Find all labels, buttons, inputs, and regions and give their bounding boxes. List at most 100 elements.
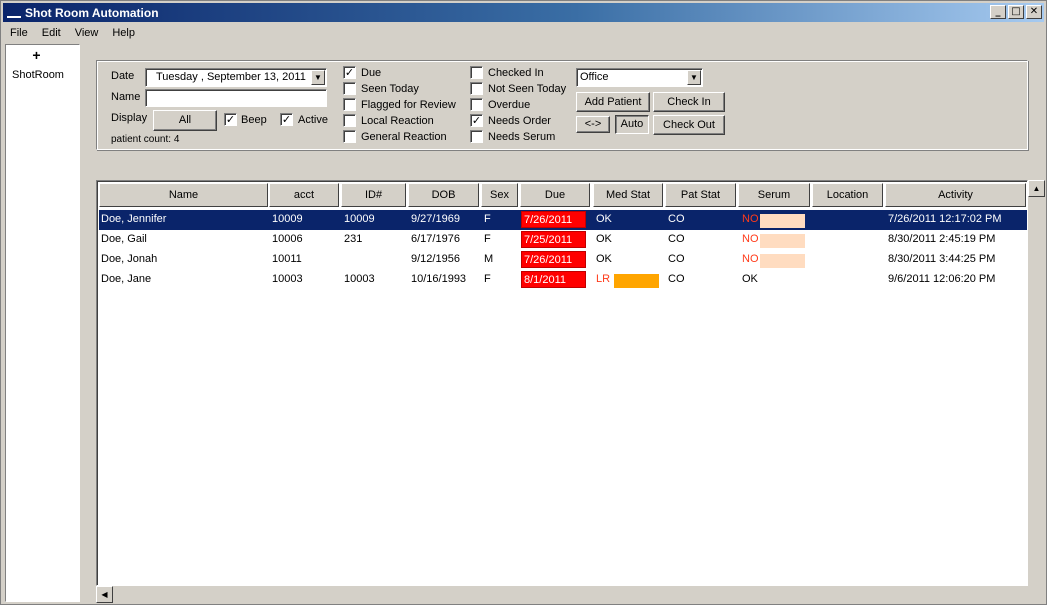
display-all-button[interactable]: All (153, 110, 217, 131)
local-reaction-checkbox[interactable] (343, 114, 356, 127)
col-header-med-stat[interactable]: Med Stat (593, 183, 663, 207)
cell-acct: 10003 (272, 273, 303, 285)
active-checkbox[interactable]: ✓ (280, 113, 293, 126)
cell-due: 7/26/2011 (521, 211, 586, 228)
cell-acct: 10006 (272, 233, 303, 245)
check-in-button[interactable]: Check In (653, 92, 725, 112)
cell-med-stat: LR (596, 273, 611, 285)
col-header-due[interactable]: Due (520, 183, 590, 207)
cell-sex: M (484, 253, 494, 265)
due-checkbox[interactable]: ✓ (343, 66, 356, 79)
name-label: Name (111, 91, 141, 103)
display-label: Display (111, 112, 148, 124)
maximize-button[interactable]: □ (1008, 5, 1024, 19)
col-header-location[interactable]: Location (812, 183, 883, 207)
overdue-label: Overdue (488, 99, 531, 111)
cell-sex: F (484, 233, 491, 245)
col-header-activity[interactable]: Activity (885, 183, 1026, 207)
window-controls: _ □ ✕ (990, 5, 1042, 19)
general-reaction-label: General Reaction (361, 131, 447, 143)
chevron-down-icon[interactable]: ▼ (311, 70, 325, 85)
col-header-pat-stat[interactable]: Pat Stat (665, 183, 736, 207)
date-picker[interactable]: Tuesday , September 13, 2011 ▼ (145, 68, 327, 87)
overdue-checkbox[interactable] (470, 98, 483, 111)
location-select[interactable]: Office ▼ (576, 68, 703, 87)
col-header-serum[interactable]: Serum (738, 183, 810, 207)
not-seen-today-checkbox[interactable] (470, 82, 483, 95)
cell-serum: NO (742, 253, 759, 265)
flagged-checkbox[interactable] (343, 98, 356, 111)
col-header-id[interactable]: ID# (341, 183, 406, 207)
app-icon (7, 15, 21, 18)
cell-name: Doe, Jonah (101, 253, 158, 265)
local-reaction-label: Local Reaction (361, 115, 434, 127)
cell-activity: 7/26/2011 12:17:02 PM (888, 213, 1002, 225)
cell-pat-stat: CO (668, 213, 685, 225)
cell-med-stat: OK (596, 253, 612, 265)
table-row[interactable]: Doe, Jennifer 10009 10009 9/27/1969 F 7/… (99, 210, 1027, 230)
general-reaction-checkbox[interactable] (343, 130, 356, 143)
col-header-dob[interactable]: DOB (408, 183, 479, 207)
cell-id: 10009 (344, 213, 375, 225)
seen-today-checkbox[interactable] (343, 82, 356, 95)
cell-name: Doe, Jennifer (101, 213, 167, 225)
cell-activity: 8/30/2011 2:45:19 PM (888, 233, 996, 245)
cell-serum: NO (742, 213, 759, 225)
table-row[interactable]: Doe, Jonah 10011 9/12/1956 M 7/26/2011 O… (99, 250, 1027, 270)
needs-serum-label: Needs Serum (488, 131, 556, 143)
window-title: Shot Room Automation (25, 5, 159, 20)
cell-sex: F (484, 273, 491, 285)
checked-in-label: Checked In (488, 67, 544, 79)
med-stat-swatch (614, 274, 659, 288)
cell-name: Doe, Gail (101, 233, 147, 245)
auto-toggle[interactable]: Auto (615, 115, 649, 134)
cell-activity: 9/6/2011 12:06:20 PM (888, 273, 996, 285)
not-seen-today-label: Not Seen Today (488, 83, 567, 95)
checked-in-checkbox[interactable] (470, 66, 483, 79)
patient-grid[interactable]: Name acct ID# DOB Sex Due Med Stat Pat S… (96, 180, 1028, 586)
serum-swatch (760, 234, 805, 248)
cell-due: 7/25/2011 (521, 231, 586, 248)
location-value: Office (580, 71, 609, 83)
cell-acct: 10011 (272, 253, 302, 265)
needs-serum-checkbox[interactable] (470, 130, 483, 143)
serum-swatch (760, 254, 805, 268)
tree-view[interactable]: + ShotRoom (5, 44, 80, 602)
cell-dob: 9/12/1956 (411, 253, 460, 265)
serum-swatch (760, 214, 805, 228)
scroll-up-arrow-icon[interactable]: ▲ (1028, 180, 1045, 197)
col-header-sex[interactable]: Sex (481, 183, 518, 207)
table-row[interactable]: Doe, Jane 10003 10003 10/16/1993 F 8/1/2… (99, 270, 1027, 290)
add-patient-button[interactable]: Add Patient (576, 92, 650, 112)
cell-id: 231 (344, 233, 363, 245)
menu-help[interactable]: Help (105, 27, 142, 39)
table-row[interactable]: Doe, Gail 10006 231 6/17/1976 F 7/25/201… (99, 230, 1027, 250)
chevron-down-icon[interactable]: ▼ (687, 70, 701, 85)
cell-med-stat: OK (596, 233, 612, 245)
app-window: Shot Room Automation _ □ ✕ File Edit Vie… (0, 0, 1047, 605)
flagged-label: Flagged for Review (361, 99, 456, 111)
cell-med-stat: OK (596, 213, 612, 225)
date-value: Tuesday , September 13, 2011 (156, 71, 306, 83)
cell-dob: 10/16/1993 (411, 273, 467, 285)
swap-button[interactable]: <-> (576, 116, 610, 133)
patient-count: patient count: 4 (111, 134, 180, 145)
tree-item-shotroom[interactable]: ShotRoom (12, 69, 64, 81)
beep-label: Beep (241, 114, 267, 126)
menu-file[interactable]: File (3, 27, 35, 39)
cell-name: Doe, Jane (101, 273, 152, 285)
scroll-left-arrow-icon[interactable]: ◀ (96, 586, 113, 603)
expand-icon[interactable]: + (30, 48, 43, 62)
check-out-button[interactable]: Check Out (653, 115, 725, 135)
beep-checkbox[interactable]: ✓ (224, 113, 237, 126)
title-bar[interactable]: Shot Room Automation _ □ ✕ (3, 3, 1044, 22)
needs-order-label: Needs Order (488, 115, 551, 127)
close-button[interactable]: ✕ (1026, 5, 1042, 19)
minimize-button[interactable]: _ (990, 5, 1006, 19)
name-input[interactable] (145, 89, 327, 107)
col-header-name[interactable]: Name (99, 183, 268, 207)
menu-edit[interactable]: Edit (35, 27, 68, 39)
needs-order-checkbox[interactable]: ✓ (470, 114, 483, 127)
col-header-acct[interactable]: acct (269, 183, 339, 207)
menu-view[interactable]: View (68, 27, 106, 39)
